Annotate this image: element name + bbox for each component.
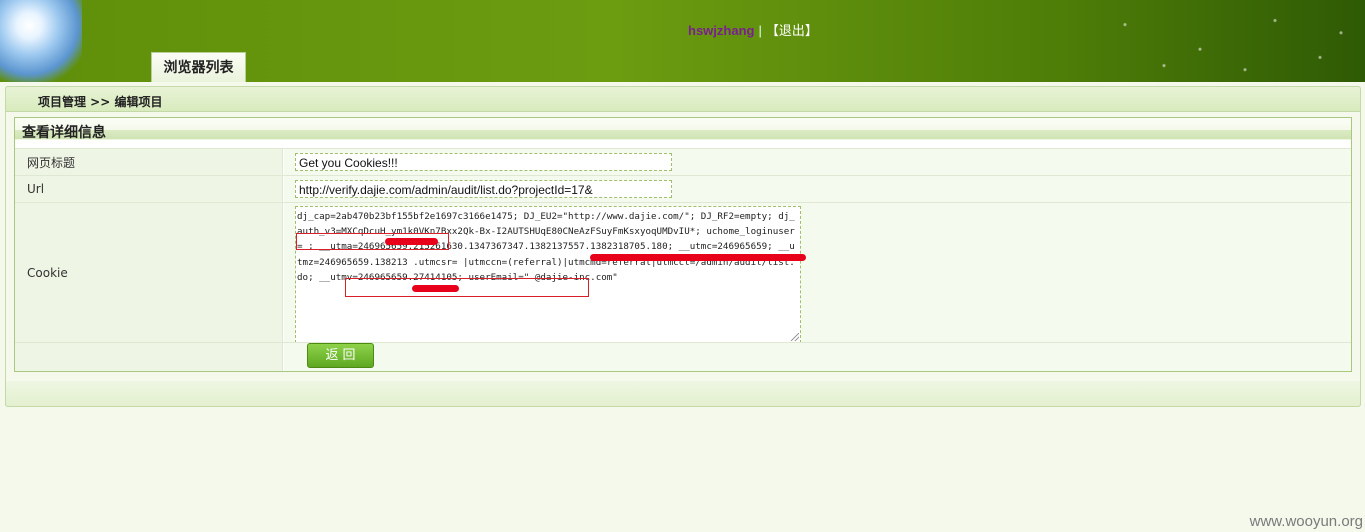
url-field[interactable]: http://verify.dajie.com/admin/audit/list… xyxy=(295,180,672,198)
breadcrumb: 项目管理 >> 编辑项目 xyxy=(38,95,163,109)
page-title-field[interactable]: Get you Cookies!!! xyxy=(295,153,672,171)
resize-handle-icon[interactable] xyxy=(791,333,799,341)
row-page-title: 网页标题 Get you Cookies!!! xyxy=(15,148,1351,175)
cookie-cell: dj_cap=2ab470b23bf155bf2e1697c3166e1475;… xyxy=(284,203,1351,343)
tab-browser-list[interactable]: 浏览器列表 xyxy=(151,52,246,82)
row-actions xyxy=(15,342,1351,371)
cookie-label: Cookie xyxy=(15,203,283,342)
page-title-cell: Get you Cookies!!! xyxy=(284,149,1351,175)
page-title-label: 网页标题 xyxy=(15,149,283,175)
card-header-bar xyxy=(15,130,1351,139)
header-decoration xyxy=(1065,0,1365,82)
separator: | xyxy=(758,23,762,38)
redaction-mark xyxy=(590,254,806,261)
watermark: www.wooyun.org xyxy=(1249,513,1363,530)
card-title: 查看详细信息 xyxy=(22,125,106,141)
cookie-textarea[interactable]: dj_cap=2ab470b23bf155bf2e1697c3166e1475;… xyxy=(295,206,801,343)
row-cookie: Cookie dj_cap=2ab470b23bf155bf2e1697c316… xyxy=(15,202,1351,343)
redaction-mark xyxy=(385,238,438,245)
actions-cell xyxy=(284,343,1351,371)
username-link[interactable]: hswjzhang xyxy=(688,23,754,38)
breadcrumb-bar xyxy=(5,86,1361,112)
app-header: hswjzhang | 【退出】 浏览器列表 xyxy=(0,0,1365,82)
url-label: Url xyxy=(15,176,283,202)
row-url: Url http://verify.dajie.com/admin/audit/… xyxy=(15,175,1351,202)
footer-bar xyxy=(5,381,1361,407)
back-button[interactable]: 返回 xyxy=(307,343,374,368)
url-cell: http://verify.dajie.com/admin/audit/list… xyxy=(284,176,1351,202)
highlight-box xyxy=(345,278,589,297)
card-header: 查看详细信息 xyxy=(15,118,1351,141)
logout-link[interactable]: 【退出】 xyxy=(766,23,818,38)
actions-label-cell xyxy=(15,343,283,371)
sun-logo-icon xyxy=(0,0,82,82)
user-bar: hswjzhang | 【退出】 xyxy=(688,20,818,39)
redaction-mark xyxy=(412,285,459,292)
